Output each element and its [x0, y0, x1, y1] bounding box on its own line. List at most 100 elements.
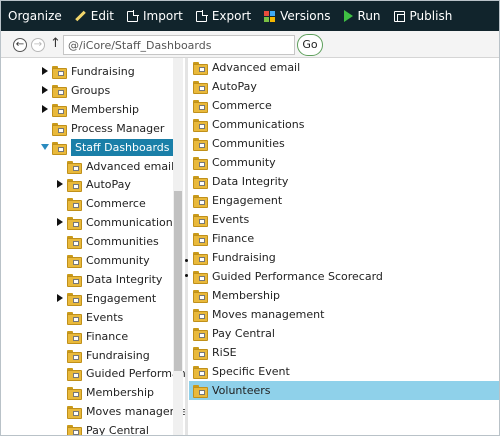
tree-item[interactable]: Membership — [42, 100, 139, 119]
tree-item[interactable]: Staff Dashboards — [41, 138, 174, 157]
back-button[interactable]: ← — [13, 38, 27, 52]
collapsed-arrow-icon[interactable] — [57, 293, 63, 302]
up-arrow-icon: ↑ — [50, 36, 61, 51]
document-icon — [127, 9, 140, 22]
splitter-grip-top — [185, 259, 188, 262]
list-item[interactable]: Communities — [189, 134, 499, 153]
list-item-label: Engagement — [212, 194, 283, 207]
folder-icon — [67, 179, 82, 193]
list-item[interactable]: Data Integrity — [189, 172, 499, 191]
folder-icon — [193, 252, 208, 265]
tree-item[interactable]: AutoPay — [57, 175, 131, 194]
folder-icon — [193, 119, 208, 132]
address-bar: ← → ↑ Go — [1, 31, 499, 58]
list-item[interactable]: Fundraising — [189, 248, 499, 267]
tree-item[interactable]: Membership — [67, 383, 154, 402]
list-item[interactable]: Communications — [189, 115, 499, 134]
publish-button[interactable]: Publish — [393, 1, 452, 31]
run-button[interactable]: Run — [343, 1, 381, 31]
folder-icon — [193, 81, 208, 94]
organize-button[interactable]: Organize — [8, 1, 62, 31]
list-item-label: Volunteers — [212, 384, 271, 397]
list-item[interactable]: Specific Event — [189, 362, 499, 381]
tree-item[interactable]: Guided Performance S — [67, 364, 187, 383]
list-item-label: AutoPay — [212, 80, 257, 93]
expanded-arrow-icon[interactable] — [41, 143, 49, 150]
tree-item[interactable]: Fundraising — [67, 346, 150, 365]
folder-icon — [193, 290, 208, 303]
forward-button[interactable]: → — [31, 38, 45, 52]
tree-item-label: Process Manager — [71, 121, 165, 135]
tree-item[interactable]: Finance — [67, 327, 128, 346]
folder-icon — [193, 195, 208, 208]
list-item[interactable]: Pay Central — [189, 324, 499, 343]
list-item[interactable]: Volunteers — [189, 381, 499, 400]
folder-icon — [67, 368, 82, 382]
tree-item-label: Data Integrity — [86, 272, 163, 286]
list-item-label: Commerce — [212, 99, 272, 112]
tree-item-label: Moves management — [86, 405, 187, 419]
tree-item-label: AutoPay — [86, 178, 131, 192]
list-item[interactable]: Membership — [189, 286, 499, 305]
edit-label: Edit — [90, 9, 115, 23]
list-item[interactable]: Finance — [189, 229, 499, 248]
toolbar: Organize Edit Import Export Versions Run… — [1, 1, 499, 31]
tree-item[interactable]: Fundraising — [42, 62, 135, 81]
folder-icon — [193, 138, 208, 151]
tree-item-label: Fundraising — [86, 348, 150, 362]
tree-item[interactable]: Community — [67, 251, 150, 270]
folder-icon — [67, 217, 82, 231]
tree-item[interactable]: Communities — [67, 232, 159, 251]
folder-icon — [193, 214, 208, 227]
tree-scrollbar-thumb[interactable] — [174, 191, 182, 371]
pane-splitter[interactable] — [185, 58, 188, 435]
tree-item[interactable]: Data Integrity — [67, 270, 162, 289]
list-item[interactable]: Guided Performance Scorecard — [189, 267, 499, 286]
go-button[interactable]: Go — [297, 34, 323, 56]
collapsed-arrow-icon[interactable] — [57, 180, 63, 189]
folder-icon — [193, 328, 208, 341]
collapsed-arrow-icon[interactable] — [42, 67, 48, 75]
list-item[interactable]: Commerce — [189, 96, 499, 115]
tree-item[interactable]: Groups — [42, 81, 110, 100]
list-item[interactable]: Engagement — [189, 191, 499, 210]
list-item[interactable]: RiSE — [189, 343, 499, 362]
pencil-icon — [75, 11, 86, 22]
list-item[interactable]: Advanced email — [189, 58, 499, 77]
list-item[interactable]: Community — [189, 153, 499, 172]
folder-icon — [193, 157, 208, 170]
folder-icon — [193, 309, 208, 322]
tree-item[interactable]: Events — [67, 308, 123, 327]
tree-item[interactable]: Engagement — [57, 289, 156, 308]
folder-icon — [67, 160, 82, 174]
list-item[interactable]: AutoPay — [189, 77, 499, 96]
tree-item-label: Fundraising — [71, 65, 135, 78]
list-item-label: Moves management — [212, 308, 325, 321]
collapsed-arrow-icon[interactable] — [42, 104, 48, 113]
list-item[interactable]: Events — [189, 210, 499, 229]
list-item[interactable]: Moves management — [189, 305, 499, 324]
collapsed-arrow-icon[interactable] — [57, 218, 63, 227]
collapsed-arrow-icon[interactable] — [42, 85, 48, 94]
up-button[interactable]: ↑ — [50, 36, 61, 51]
folder-icon — [67, 198, 82, 212]
folder-icon — [67, 330, 82, 344]
tree-item-label: Guided Performance S — [86, 367, 187, 381]
edit-button[interactable]: Edit — [75, 1, 114, 31]
publish-icon — [393, 10, 405, 22]
tree-item[interactable]: Advanced email — [67, 157, 174, 176]
tree-item[interactable]: Pay Central — [67, 421, 149, 435]
tree-item[interactable]: Process Manager — [52, 119, 164, 138]
list-item-label: Events — [212, 213, 250, 226]
folder-contents-list: Advanced email AutoPay Commerce Communicati… — [189, 58, 499, 435]
import-button[interactable]: Import — [127, 1, 183, 31]
versions-button[interactable]: Versions — [264, 1, 331, 31]
export-button[interactable]: Export — [195, 1, 251, 31]
tree-item[interactable]: Moves management — [67, 402, 187, 421]
path-input[interactable] — [63, 35, 295, 55]
tree-item-label: Commerce — [86, 197, 146, 211]
tree-item[interactable]: Communications — [57, 213, 178, 232]
tree-item[interactable]: Commerce — [67, 194, 146, 213]
tree-item-label: Advanced email — [86, 159, 175, 173]
folder-icon — [193, 385, 208, 398]
